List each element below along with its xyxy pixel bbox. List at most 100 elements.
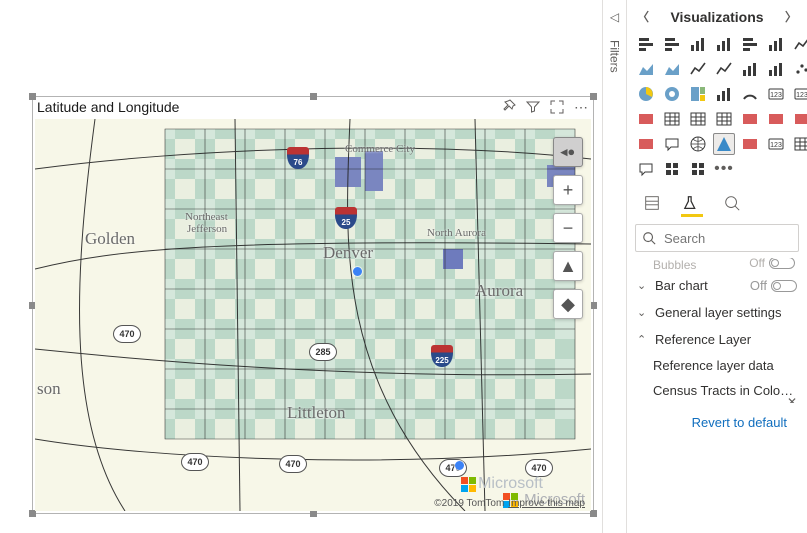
- expand-pane-icon[interactable]: 〉: [785, 8, 797, 25]
- report-canvas[interactable]: Latitude and Longitude ⋯: [0, 0, 600, 533]
- map-layers: [35, 119, 591, 511]
- map-visual-frame[interactable]: Latitude and Longitude ⋯: [32, 96, 594, 514]
- chevron-down-icon: ⌄: [637, 279, 651, 292]
- vis-type-pie[interactable]: [635, 83, 657, 105]
- vis-type-treemap[interactable]: [687, 83, 709, 105]
- vis-type-table[interactable]: [687, 108, 709, 130]
- visualizations-pane: 〈 Visualizations 〉 123 123 123 ••• Bubbles …: [626, 0, 807, 533]
- vis-type-grid-visual[interactable]: [687, 158, 709, 180]
- vis-type-donut[interactable]: [661, 83, 683, 105]
- svg-text:123: 123: [770, 92, 782, 99]
- vis-type-slicer[interactable]: [661, 108, 683, 130]
- vis-type-waterfall[interactable]: [765, 58, 787, 80]
- visualizations-header: 〈 Visualizations 〉: [627, 0, 807, 31]
- vis-type-key-influencers[interactable]: [791, 108, 807, 130]
- vis-type-chat[interactable]: [635, 158, 657, 180]
- vis-type-heatmap[interactable]: [661, 158, 683, 180]
- attribution-text: ©2019 TomTom: [434, 498, 504, 509]
- vis-type-combo[interactable]: [713, 83, 735, 105]
- visualizations-title: Visualizations: [670, 9, 763, 25]
- map-nav-controls: ◂● + − ▲ ◆: [553, 137, 583, 319]
- microsoft-brand: Microsoft: [460, 475, 543, 493]
- vis-type-stacked-area[interactable]: [661, 58, 683, 80]
- focus-mode-icon[interactable]: [549, 99, 565, 115]
- vis-type-azure-map[interactable]: [713, 133, 735, 155]
- svg-text:123: 123: [770, 142, 782, 149]
- vis-type-card[interactable]: 123: [765, 83, 787, 105]
- vis-type-decomp[interactable]: [635, 133, 657, 155]
- pin-icon[interactable]: [501, 99, 517, 115]
- vis-type-clustered-bar[interactable]: [661, 33, 683, 55]
- vis-type-gauge[interactable]: [739, 83, 761, 105]
- vis-type-scatter[interactable]: [791, 58, 807, 80]
- vis-type-line[interactable]: [791, 33, 807, 55]
- resize-handle[interactable]: [310, 93, 317, 100]
- more-options-icon[interactable]: ⋯: [573, 99, 589, 115]
- resize-handle[interactable]: [590, 510, 597, 517]
- map-style-button[interactable]: ◆: [553, 289, 583, 319]
- resize-handle[interactable]: [29, 510, 36, 517]
- vis-type-num-card[interactable]: 123: [765, 133, 787, 155]
- vis-type-qna[interactable]: [661, 133, 683, 155]
- analytics-tab[interactable]: [721, 190, 743, 216]
- microsoft-wordmark: Microsoft: [478, 475, 543, 493]
- format-list: Bubbles Off ⌄ Bar chart Off ⌄ General la…: [627, 258, 807, 430]
- vis-type-clustered-column[interactable]: [713, 33, 735, 55]
- format-tabs: [627, 186, 807, 218]
- vis-type-paginated[interactable]: [791, 133, 807, 155]
- chevron-down-icon: ⌄: [637, 306, 651, 319]
- vis-type-clustered-column-100[interactable]: [765, 33, 787, 55]
- map-surface[interactable]: Denver Aurora Golden Littleton Commerce …: [35, 119, 591, 511]
- improve-map-link[interactable]: Improve this map: [508, 498, 585, 509]
- vis-type-area[interactable]: [635, 58, 657, 80]
- vis-type-ribbon[interactable]: [739, 58, 761, 80]
- format-tab[interactable]: [681, 190, 703, 216]
- revert-to-default-link[interactable]: Revert to default: [635, 403, 799, 430]
- collapse-pane-icon[interactable]: 〈: [637, 8, 649, 25]
- filter-icon[interactable]: [525, 99, 541, 115]
- expand-filters-icon[interactable]: ◁: [610, 10, 619, 24]
- vis-type-more[interactable]: •••: [713, 158, 735, 180]
- vis-type-stacked-bar-100[interactable]: [739, 33, 761, 55]
- reference-layer-value[interactable]: Census Tracts in Colorado... ✕: [635, 378, 799, 403]
- visualization-gallery: 123 123 123 •••: [627, 31, 807, 186]
- vis-type-stacked-column[interactable]: [687, 33, 709, 55]
- vis-type-stacked-bar[interactable]: [635, 33, 657, 55]
- peek-bubbles-row: Bubbles Off: [635, 258, 799, 272]
- format-row-bar-chart[interactable]: ⌄ Bar chart Off: [635, 272, 799, 299]
- vis-type-arcgis-map[interactable]: [687, 133, 709, 155]
- vis-type-powerapps[interactable]: [739, 133, 761, 155]
- map-zoom-in-button[interactable]: +: [553, 175, 583, 205]
- map-reset-button[interactable]: ◂●: [553, 137, 583, 167]
- vis-type-line-stacked[interactable]: [713, 58, 735, 80]
- bar-chart-toggle[interactable]: [771, 280, 797, 292]
- filters-label[interactable]: Filters: [608, 40, 622, 73]
- fields-tab[interactable]: [641, 190, 663, 216]
- resize-handle[interactable]: [310, 510, 317, 517]
- svg-text:123: 123: [796, 92, 807, 99]
- reference-layer-data-label: Reference layer data: [635, 353, 799, 378]
- microsoft-logo-icon: [460, 476, 476, 492]
- format-search[interactable]: [635, 224, 799, 252]
- map-zoom-out-button[interactable]: −: [553, 213, 583, 243]
- vis-type-multi-card[interactable]: 123: [791, 83, 807, 105]
- vis-type-r-visual[interactable]: [739, 108, 761, 130]
- resize-handle[interactable]: [590, 93, 597, 100]
- map-pitch-button[interactable]: ▲: [553, 251, 583, 281]
- vis-type-matrix[interactable]: [713, 108, 735, 130]
- resize-handle[interactable]: [29, 93, 36, 100]
- search-icon: [642, 231, 656, 245]
- clear-icon[interactable]: ✕: [787, 395, 797, 403]
- filters-pane-collapsed[interactable]: ◁ Filters: [602, 0, 626, 533]
- chevron-up-icon: ⌃: [637, 333, 651, 346]
- visual-header-actions: ⋯: [501, 99, 589, 115]
- resize-handle[interactable]: [590, 302, 597, 309]
- toggle-state-label: Off: [750, 278, 767, 293]
- format-row-general-layer[interactable]: ⌄ General layer settings: [635, 299, 799, 326]
- toggle-off-icon[interactable]: [769, 258, 795, 269]
- format-row-reference-layer[interactable]: ⌃ Reference Layer: [635, 326, 799, 353]
- vis-type-line-clustered[interactable]: [687, 58, 709, 80]
- vis-type-py-visual[interactable]: [765, 108, 787, 130]
- vis-type-kpi[interactable]: [635, 108, 657, 130]
- search-input[interactable]: [662, 230, 807, 247]
